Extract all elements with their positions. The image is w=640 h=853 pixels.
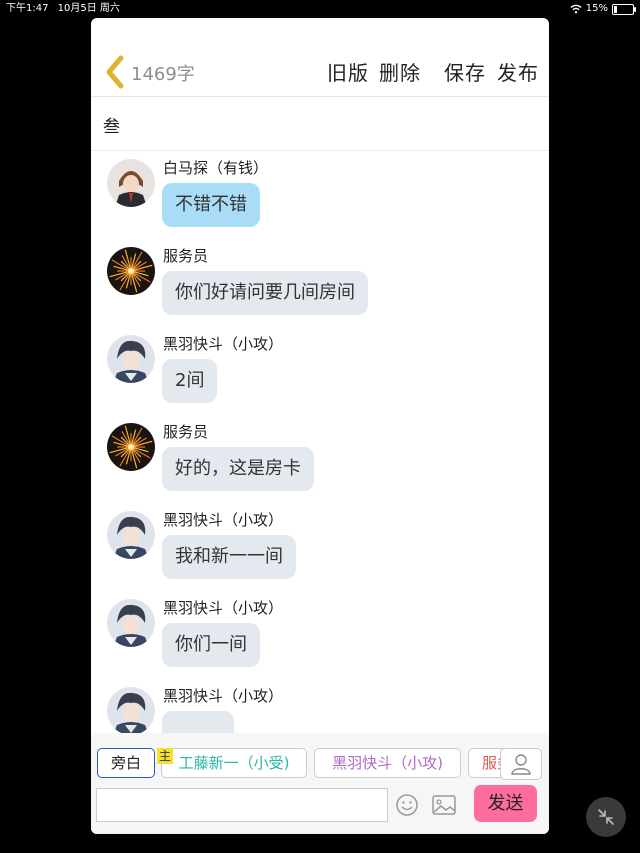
sender-name: 白马探（有钱）: [163, 159, 269, 177]
composer: 旁白 主 工藤新一（小受) 黑羽快斗（小攻) 服务员 发送: [91, 733, 549, 834]
status-time-date: 下午1:47 10月5日 周六: [6, 0, 120, 18]
message-bubble[interactable]: 你们一间: [162, 623, 260, 667]
word-count: 1469字: [131, 64, 195, 85]
message-input[interactable]: [96, 788, 388, 822]
avatar[interactable]: [107, 511, 155, 559]
main-character-tag: 主: [157, 748, 173, 764]
sender-name: 黑羽快斗（小攻）: [163, 335, 284, 353]
message-bubble[interactable]: 2间: [162, 359, 218, 403]
save-button[interactable]: 保存: [444, 57, 486, 86]
message-row[interactable]: 黑羽快斗（小攻） 你们一间: [91, 591, 549, 679]
sender-name: 黑羽快斗（小攻）: [163, 599, 284, 617]
sender-name: 服务员: [163, 423, 209, 441]
status-right: 15%: [570, 0, 636, 18]
message-row[interactable]: 白马探（有钱） 不错不错: [91, 151, 549, 239]
avatar[interactable]: [107, 335, 155, 383]
character-chip-kaito[interactable]: 黑羽快斗（小攻): [314, 748, 461, 778]
wifi-icon: [570, 4, 582, 14]
status-time: 下午1:47: [6, 3, 49, 14]
battery-percent: 15%: [585, 3, 608, 14]
editor-toolbar: 1469字 旧版 删除 保存 发布: [91, 48, 549, 97]
character-chip-kudo[interactable]: 工藤新一（小受): [161, 748, 307, 778]
avatar[interactable]: [107, 423, 155, 471]
avatar[interactable]: [107, 159, 155, 207]
back-arrow-icon[interactable]: [103, 54, 127, 90]
message-bubble[interactable]: 不错不错: [162, 183, 260, 227]
delete-button[interactable]: 删除: [379, 57, 421, 86]
battery-icon: [612, 3, 636, 15]
message-row[interactable]: 服务员你们好请问要几间房间: [91, 239, 549, 327]
chat-list[interactable]: 白马探（有钱） 不错不错 服务员 你们好请问要几间房间 黑羽快斗（小攻） 2间 服务员 好的…: [91, 151, 549, 733]
narration-chip[interactable]: 旁白: [97, 748, 155, 778]
collapse-button[interactable]: [586, 797, 626, 837]
message-row[interactable]: 黑羽快斗（小攻） 2间: [91, 327, 549, 415]
message-row[interactable]: 黑羽快斗（小攻） 我和新一一间: [91, 503, 549, 591]
status-bar: 下午1:47 10月5日 周六 15%: [0, 0, 640, 18]
old-version-button[interactable]: 旧版: [327, 57, 369, 86]
message-bubble[interactable]: 我和新一一间: [162, 535, 296, 579]
sender-name: 服务员: [163, 247, 209, 265]
message-row[interactable]: 服务员好的，这是房卡: [91, 415, 549, 503]
send-button[interactable]: 发送: [474, 785, 537, 822]
chapter-title-row[interactable]: 叁: [91, 96, 549, 151]
editor-sheet: 1469字 旧版 删除 保存 发布 叁 白马探（有钱） 不错不错 服务员 你们好请问要…: [91, 18, 549, 834]
person-icon: [511, 754, 531, 775]
character-manage-button[interactable]: [500, 748, 542, 780]
message-bubble[interactable]: 你们好请问要几间房间: [162, 271, 368, 315]
message-bubble[interactable]: 好的，这是房卡: [162, 447, 314, 491]
avatar[interactable]: [107, 599, 155, 647]
sender-name: 黑羽快斗（小攻）: [163, 511, 284, 529]
chapter-title: 叁: [103, 117, 120, 137]
collapse-arrows-icon: [598, 809, 614, 825]
sender-name: 黑羽快斗（小攻）: [163, 687, 284, 705]
avatar[interactable]: [107, 247, 155, 295]
publish-button[interactable]: 发布: [497, 57, 539, 86]
message-row[interactable]: 黑羽快斗（小攻）: [91, 679, 549, 733]
avatar[interactable]: [107, 687, 155, 733]
battery-level: [614, 5, 617, 13]
image-icon[interactable]: [431, 793, 457, 817]
status-date: 10月5日 周六: [57, 3, 120, 14]
emoji-icon[interactable]: [395, 793, 419, 817]
message-bubble[interactable]: [162, 711, 234, 733]
